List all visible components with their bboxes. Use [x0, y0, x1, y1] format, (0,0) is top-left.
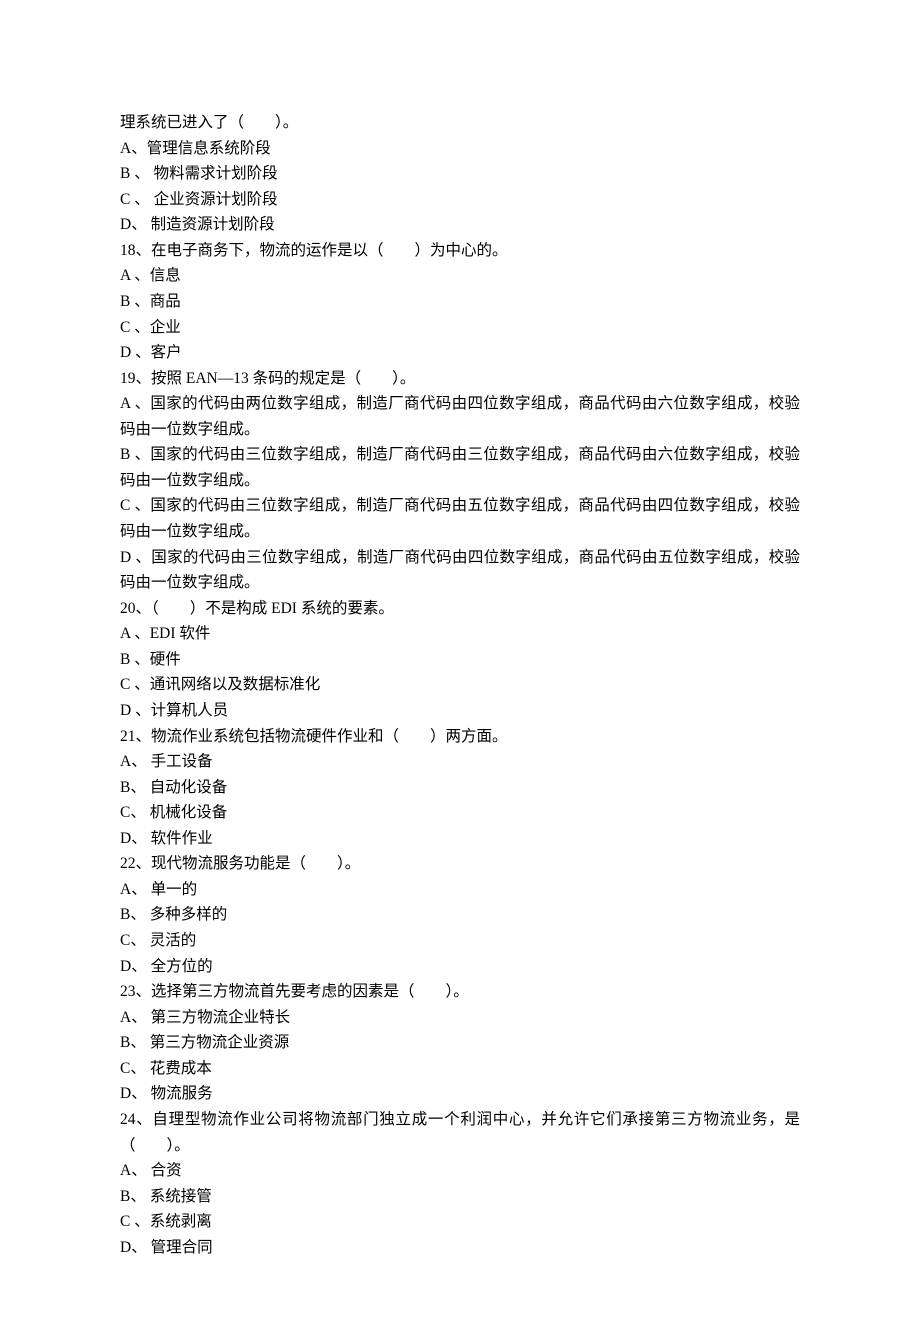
option-b: B、 多种多样的 — [120, 902, 800, 928]
option-c: C 、系统剥离 — [120, 1209, 800, 1235]
option-c: C、 花费成本 — [120, 1056, 800, 1082]
option-d: D、 全方位的 — [120, 954, 800, 980]
question-19: 19、按照 EAN—13 条码的规定是（ ）。 — [120, 366, 800, 392]
option-c: C 、 企业资源计划阶段 — [120, 187, 800, 213]
option-d: D、 物流服务 — [120, 1081, 800, 1107]
option-d: D、 管理合同 — [120, 1235, 800, 1261]
question-23: 23、选择第三方物流首先要考虑的因素是（ ）。 — [120, 979, 800, 1005]
option-d: D 、计算机人员 — [120, 698, 800, 724]
question-18: 18、在电子商务下，物流的运作是以（ ）为中心的。 — [120, 238, 800, 264]
option-c: C、 机械化设备 — [120, 800, 800, 826]
option-b: B 、国家的代码由三位数字组成，制造厂商代码由三位数字组成，商品代码由六位数字组… — [120, 442, 800, 493]
option-d: D、 软件作业 — [120, 826, 800, 852]
option-d: D 、客户 — [120, 340, 800, 366]
option-a: A 、信息 — [120, 263, 800, 289]
option-b: B、 自动化设备 — [120, 775, 800, 801]
question-20: 20、（ ）不是构成 EDI 系统的要素。 — [120, 596, 800, 622]
question-24: 24、自理型物流作业公司将物流部门独立成一个利润中心，并允许它们承接第三方物流业… — [120, 1107, 800, 1158]
option-a: A、 第三方物流企业特长 — [120, 1005, 800, 1031]
question-21: 21、物流作业系统包括物流硬件作业和（ ）两方面。 — [120, 724, 800, 750]
option-c: C 、国家的代码由三位数字组成，制造厂商代码由五位数字组成，商品代码由四位数字组… — [120, 493, 800, 544]
option-b: B、 系统接管 — [120, 1184, 800, 1210]
option-a: A、管理信息系统阶段 — [120, 136, 800, 162]
option-c: C 、通讯网络以及数据标准化 — [120, 672, 800, 698]
option-a: A、 单一的 — [120, 877, 800, 903]
option-a: A、 合资 — [120, 1158, 800, 1184]
option-b: B、 第三方物流企业资源 — [120, 1030, 800, 1056]
option-a: A 、EDI 软件 — [120, 621, 800, 647]
option-a: A、 手工设备 — [120, 749, 800, 775]
option-b: B 、 物料需求计划阶段 — [120, 161, 800, 187]
option-d: D、 制造资源计划阶段 — [120, 212, 800, 238]
option-c: C、 灵活的 — [120, 928, 800, 954]
option-c: C 、企业 — [120, 315, 800, 341]
document-page: 理系统已进入了（ ）。 A、管理信息系统阶段 B 、 物料需求计划阶段 C 、 … — [0, 0, 920, 1320]
option-b: B 、硬件 — [120, 647, 800, 673]
question-22: 22、现代物流服务功能是（ ）。 — [120, 851, 800, 877]
option-b: B 、商品 — [120, 289, 800, 315]
option-d: D 、国家的代码由三位数字组成，制造厂商代码由四位数字组成，商品代码由五位数字组… — [120, 545, 800, 596]
continuation-text: 理系统已进入了（ ）。 — [120, 110, 800, 136]
option-a: A 、国家的代码由两位数字组成，制造厂商代码由四位数字组成，商品代码由六位数字组… — [120, 391, 800, 442]
